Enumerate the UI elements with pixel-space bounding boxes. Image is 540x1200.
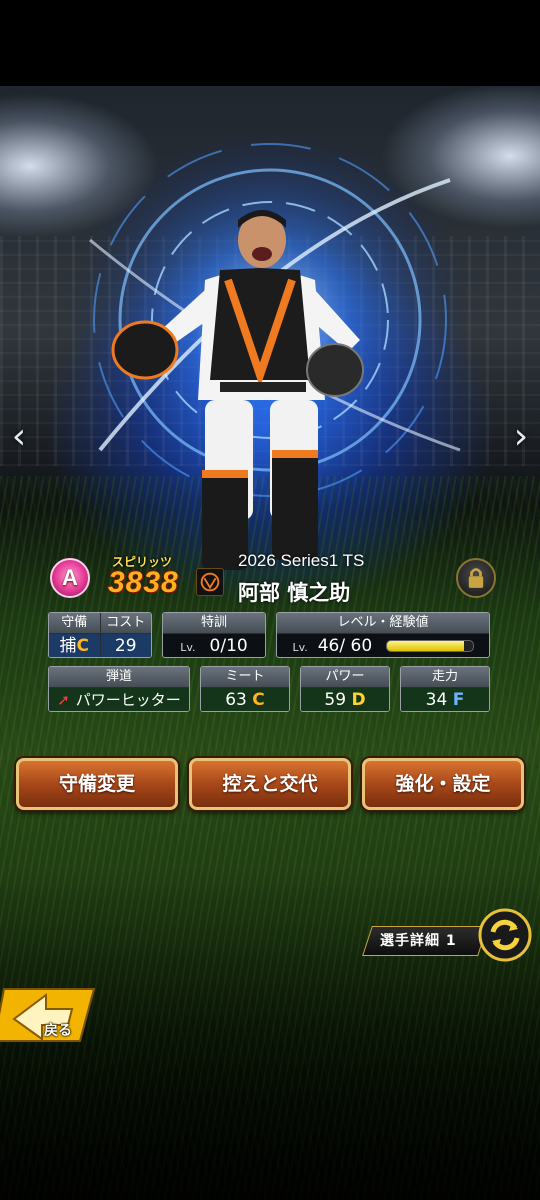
cost-label: コスト [100, 613, 151, 634]
trajectory-box: 弾道 ➚ パワーヒッター [48, 666, 190, 712]
meet-box: ミート 63 C [200, 666, 290, 712]
rank-badge: A [50, 558, 90, 598]
team-logo-icon [196, 568, 224, 596]
power-box: パワー 59 D [300, 666, 390, 712]
training-value: Lv. 0/10 [180, 636, 248, 656]
back-label: 戻る [44, 1023, 72, 1039]
swap-arrows-icon[interactable] [478, 908, 532, 962]
exp-bar [385, 640, 474, 652]
speed-label: 走力 [401, 667, 489, 688]
power-value: 59 D [301, 688, 389, 711]
meet-value: 63 C [201, 688, 289, 711]
trajectory-value: ➚ パワーヒッター [49, 688, 189, 711]
level-label: レベル・経験値 [277, 613, 489, 634]
defense-label: 守備 [49, 613, 100, 634]
defense-change-button[interactable]: 守備変更 [16, 758, 178, 810]
defense-value: 捕C [49, 634, 100, 657]
enhance-settings-button[interactable]: 強化・設定 [362, 758, 524, 810]
next-player-arrow[interactable]: › [506, 415, 536, 459]
meet-label: ミート [201, 667, 289, 688]
speed-box: 走力 34 F [400, 666, 490, 712]
trajectory-arrow-icon: ➚ [57, 691, 70, 709]
training-box: 特訓 Lv. 0/10 [162, 612, 266, 658]
player-name: 阿部 慎之助 [238, 581, 351, 605]
defense-cost-box: 守備 捕C コスト 29 [48, 612, 152, 658]
level-exp-box: レベル・経験値 Lv. 46/ 60 [276, 612, 490, 658]
speed-value: 34 F [401, 688, 489, 711]
spirits-value: 3838 [108, 566, 179, 599]
lock-icon[interactable] [456, 558, 496, 598]
cost-value: 29 [100, 634, 151, 657]
prev-player-arrow[interactable]: ‹ [4, 415, 34, 459]
player-detail-label: 選手詳細 1 [380, 933, 457, 949]
series-label: 2026 Series1 TS [238, 551, 365, 570]
training-label: 特訓 [163, 613, 265, 634]
level-value: Lv. 46/ 60 [277, 634, 489, 657]
bench-swap-button[interactable]: 控えと交代 [189, 758, 351, 810]
trajectory-label: 弾道 [49, 667, 189, 688]
player-illustration [111, 210, 364, 570]
status-bar-area [0, 0, 540, 86]
power-label: パワー [301, 667, 389, 688]
